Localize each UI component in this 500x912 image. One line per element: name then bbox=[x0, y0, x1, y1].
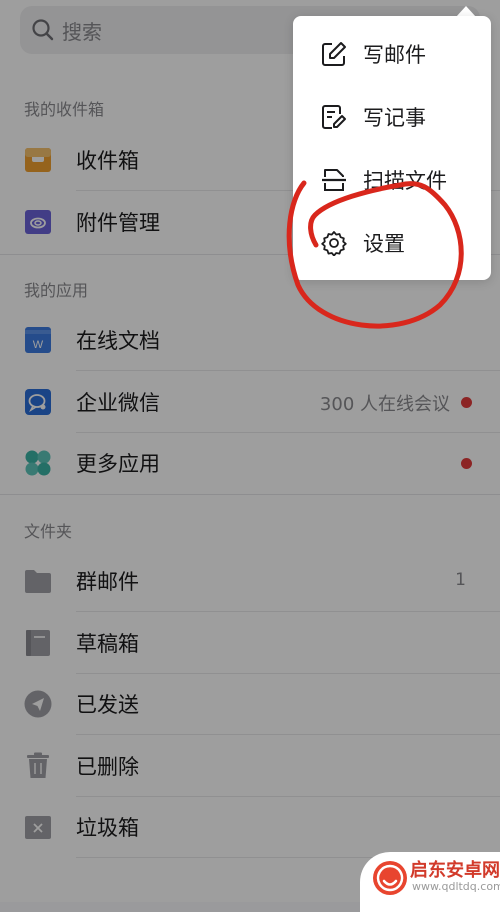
brand-logo-icon bbox=[373, 861, 407, 895]
add-menu-popup: 写邮件 写记事 扫描文件 设置 bbox=[293, 16, 491, 280]
watermark: 启东安卓网 www.qdltdq.com bbox=[360, 852, 500, 912]
menu-item-compose[interactable]: 写邮件 bbox=[293, 23, 491, 85]
menu-item-label: 扫描文件 bbox=[363, 169, 447, 193]
menu-item-label: 写邮件 bbox=[363, 43, 426, 67]
menu-item-label: 写记事 bbox=[363, 106, 426, 130]
menu-item-settings[interactable]: 设置 bbox=[293, 212, 491, 274]
watermark-brand: 启东安卓网 bbox=[410, 860, 500, 881]
menu-item-scan[interactable]: 扫描文件 bbox=[293, 149, 491, 211]
watermark-url: www.qdltdq.com bbox=[412, 880, 500, 893]
scan-icon bbox=[322, 169, 346, 191]
note-icon bbox=[322, 105, 346, 129]
compose-icon bbox=[322, 42, 346, 66]
menu-item-note[interactable]: 写记事 bbox=[293, 86, 491, 148]
gear-icon bbox=[321, 231, 347, 256]
menu-item-label: 设置 bbox=[363, 232, 405, 256]
